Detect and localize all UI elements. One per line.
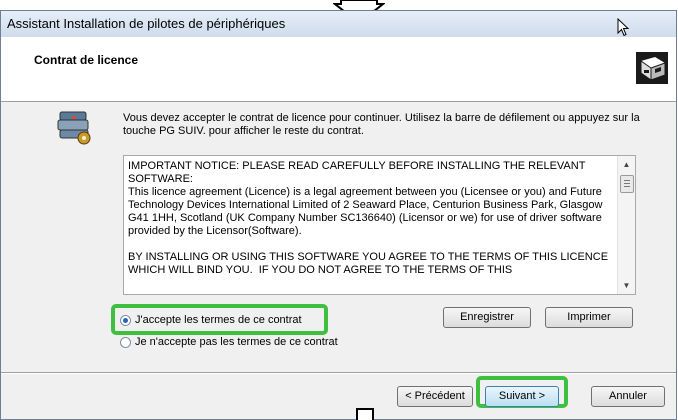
setup-program-icon	[57, 111, 91, 145]
driver-box-icon	[636, 52, 668, 84]
save-button[interactable]: Enregistrer	[443, 307, 531, 328]
next-button[interactable]: Suivant >	[485, 386, 559, 407]
decline-label: Je n'accepte pas les termes de ce contra…	[135, 336, 338, 348]
decline-option[interactable]: Je n'accepte pas les termes de ce contra…	[120, 336, 338, 348]
footer-divider-highlight	[1, 373, 676, 374]
wizard-body: Vous devez accepter le contrat de licenc…	[1, 102, 676, 372]
scroll-down-icon[interactable]: ▼	[618, 277, 635, 294]
back-button[interactable]: < Précédent	[397, 386, 473, 407]
instructions-text: Vous devez accepter le contrat de licenc…	[123, 112, 640, 137]
page-title: Contrat de licence	[34, 53, 139, 67]
installer-window: Assistant Installation de pilotes de pér…	[0, 10, 677, 420]
title-bar[interactable]: Assistant Installation de pilotes de pér…	[1, 11, 676, 38]
mouse-cursor-icon	[617, 18, 630, 37]
license-textbox[interactable]: IMPORTANT NOTICE: PLEASE READ CAREFULLY …	[123, 155, 636, 295]
accept-radio[interactable]	[120, 314, 131, 326]
print-button[interactable]: Imprimer	[545, 307, 633, 328]
scroll-thumb[interactable]	[620, 175, 634, 193]
accept-option[interactable]: J'accepte les termes de ce contrat	[120, 314, 302, 326]
window-title: Assistant Installation de pilotes de pér…	[7, 16, 286, 31]
wizard-header: Contrat de licence	[1, 37, 676, 102]
license-scrollbar[interactable]: ▲ ▼	[617, 156, 635, 294]
up-arrow-icon	[356, 408, 374, 420]
cancel-button[interactable]: Annuler	[591, 386, 665, 407]
scroll-up-icon[interactable]: ▲	[618, 156, 635, 173]
decline-radio[interactable]	[120, 336, 131, 348]
accept-label: J'accepte les termes de ce contrat	[135, 314, 302, 326]
license-text: IMPORTANT NOTICE: PLEASE READ CAREFULLY …	[128, 160, 609, 276]
